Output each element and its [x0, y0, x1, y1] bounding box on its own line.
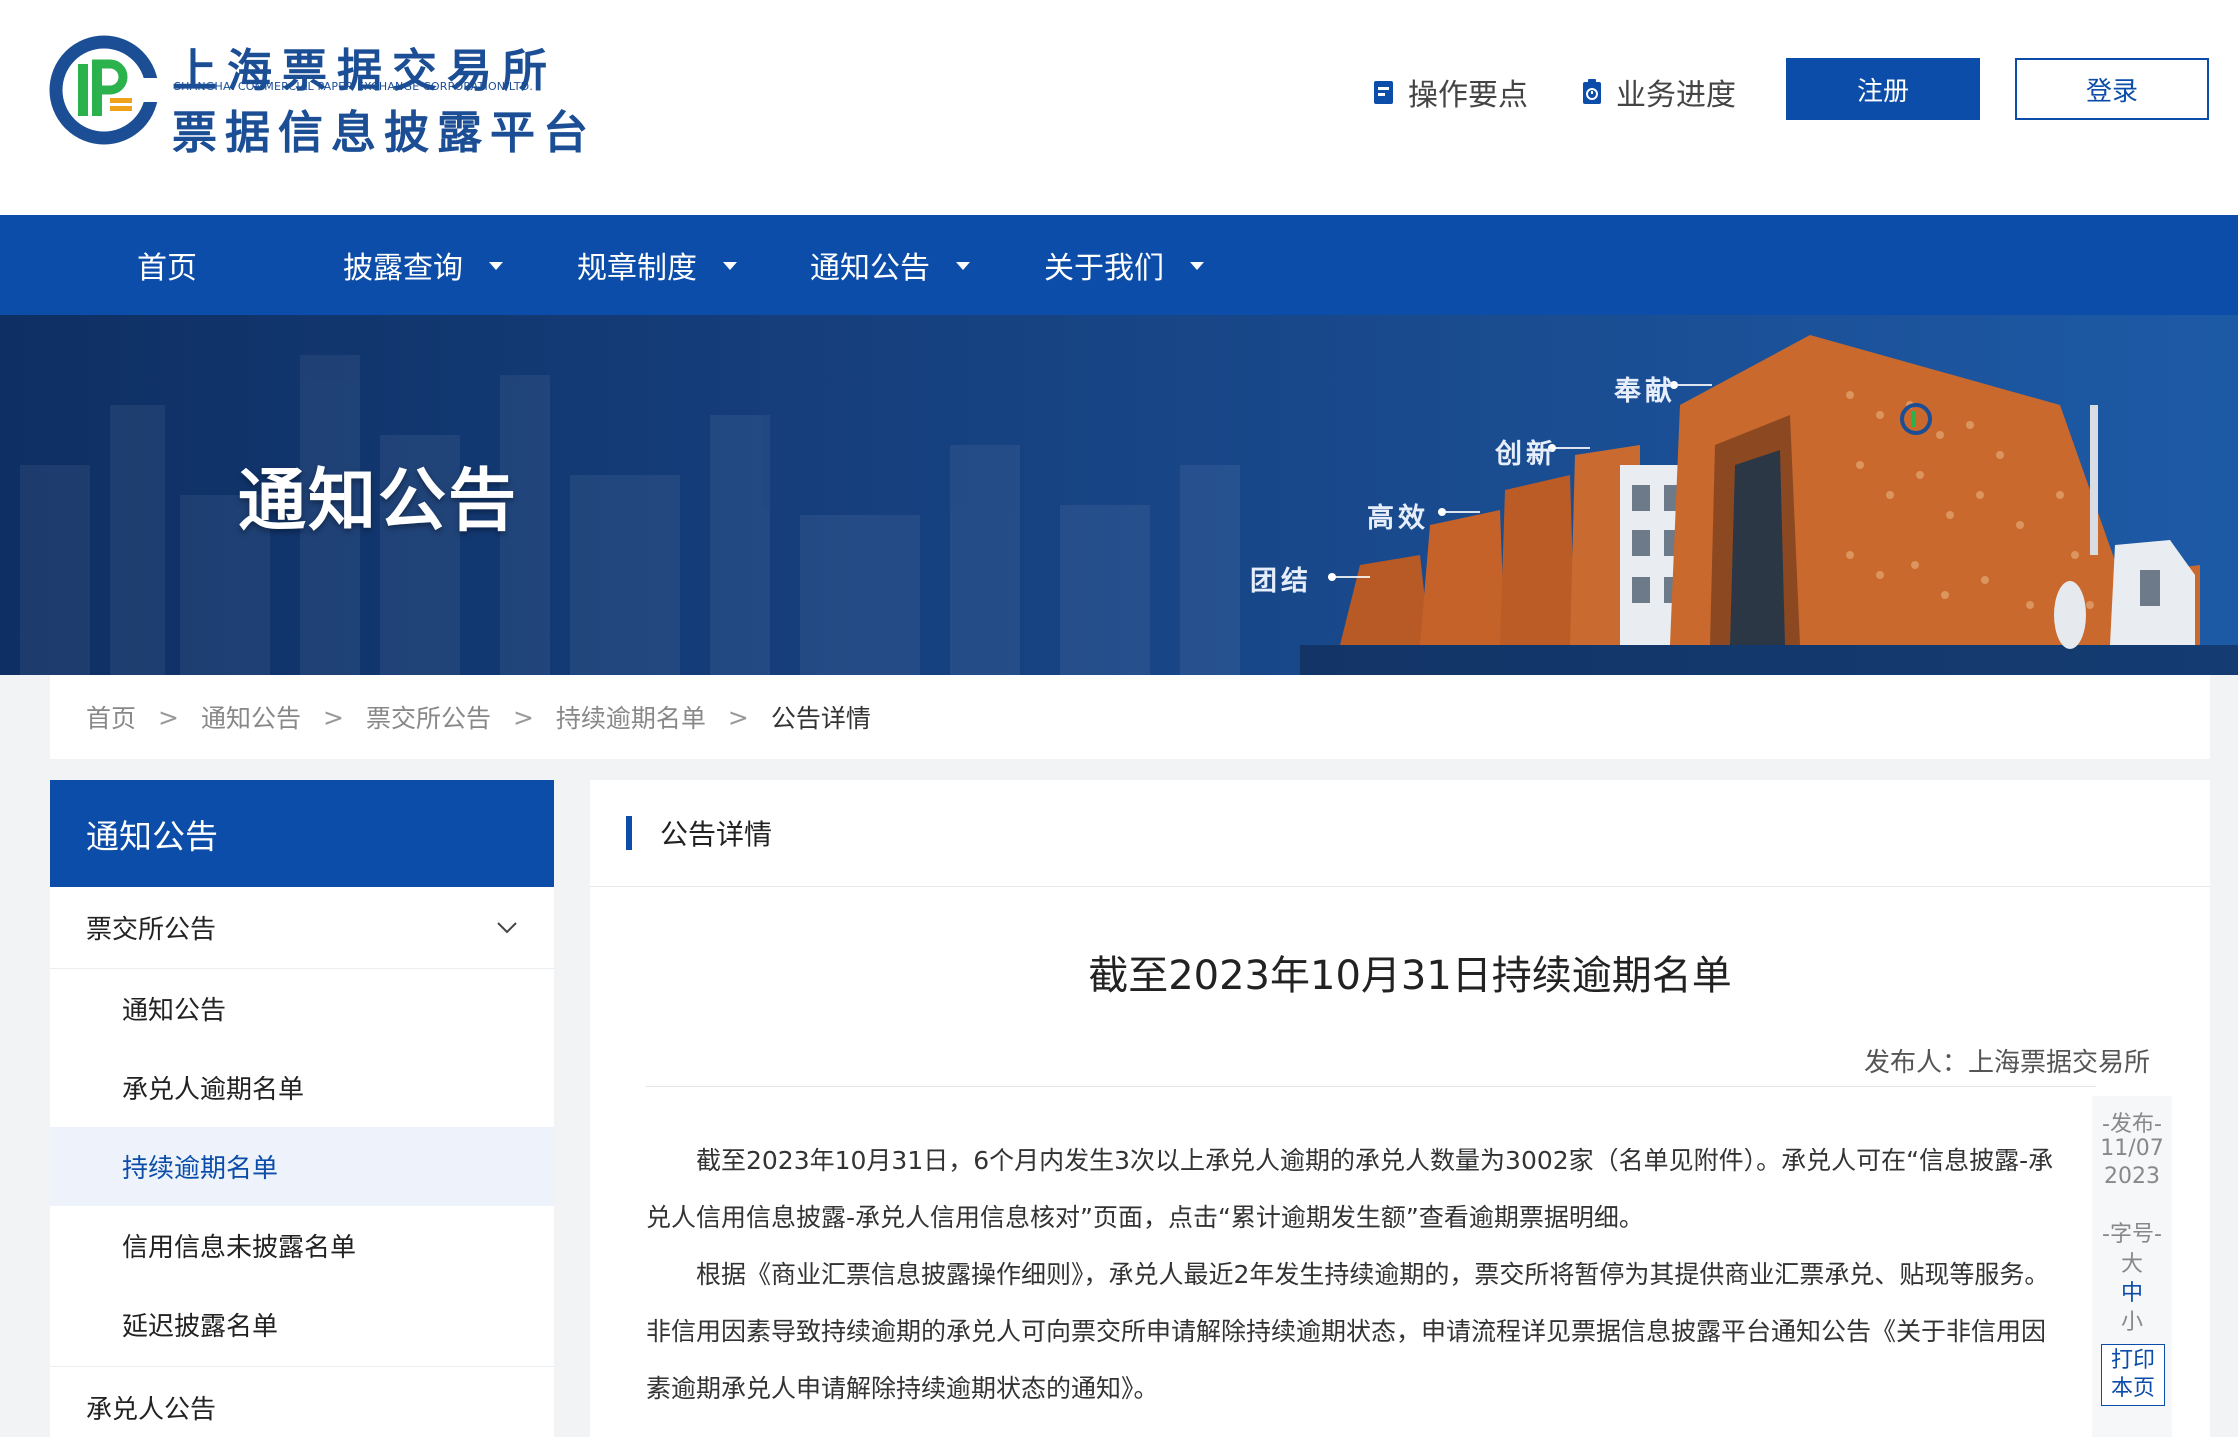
progress-icon	[1583, 79, 1601, 104]
main-content: 公告详情 截至2023年10月31日持续逾期名单 发布人：上海票据交易所 截至2…	[590, 780, 2210, 1437]
font-size-label: -字号-	[2102, 1222, 2162, 1247]
breadcrumb-current: 公告详情	[770, 704, 871, 733]
sidebar-item-label: 通知公告	[122, 996, 227, 1026]
business-progress-label: 业务进度	[1616, 78, 1736, 113]
sidebar-item-delayed-disclosure-list[interactable]: 延迟披露名单	[50, 1285, 554, 1364]
logo-subtitle-cn: 票据信息披露平台	[172, 106, 597, 159]
nav-item-home[interactable]: 首页	[137, 215, 197, 315]
print-label-line1: 打印	[2110, 1348, 2155, 1373]
sidebar-item-acceptor-overdue-list[interactable]: 承兑人逾期名单	[50, 1048, 554, 1127]
nav-item-regulations[interactable]: 规章制度	[577, 215, 737, 315]
article-body: 截至2023年10月31日，6个月内发生3次以上承兑人逾期的承兑人数量为3002…	[646, 1132, 2062, 1417]
nav-item-label: 通知公告	[810, 251, 930, 286]
nav-item-about-us[interactable]: 关于我们	[1044, 215, 1204, 315]
publish-label: -发布-	[2102, 1112, 2162, 1137]
sidebar: 通知公告 票交所公告 通知公告 承兑人逾期名单 持续逾期名单 信用信息未披露名单…	[50, 780, 554, 1437]
font-size-small[interactable]: 小	[2092, 1304, 2172, 1336]
breadcrumb-home[interactable]: 首页	[86, 699, 136, 735]
main-nav: 首页 披露查询 规章制度 通知公告 关于我们	[0, 215, 2238, 315]
article-title: 截至2023年10月31日持续逾期名单	[1088, 953, 1732, 999]
nav-item-label: 披露查询	[343, 251, 463, 286]
print-page-button[interactable]: 打印 本页	[2101, 1344, 2165, 1406]
sidebar-item-notices[interactable]: 通知公告	[50, 969, 554, 1048]
sidebar-item-credit-undisclosed-list[interactable]: 信用信息未披露名单	[50, 1206, 554, 1285]
register-button[interactable]: 注册	[1786, 58, 1980, 120]
nav-item-label: 首页	[137, 251, 197, 286]
business-progress-link[interactable]: 业务进度	[1580, 70, 1736, 114]
article-paragraph: 截至2023年10月31日，6个月内发生3次以上承兑人逾期的承兑人数量为3002…	[646, 1146, 2054, 1232]
page-banner: 通知公告 团结 高效 创新 奉献	[0, 315, 2238, 675]
breadcrumb-announcements[interactable]: 通知公告	[201, 699, 301, 735]
breadcrumb: 首页 > 通知公告 > 票交所公告 > 持续逾期名单 > 公告详情	[50, 675, 2210, 759]
breadcrumb-separator: >	[727, 702, 749, 732]
banner-word-efficiency: 高效	[1367, 503, 1429, 534]
logo-mark-icon	[49, 35, 160, 145]
nav-item-label: 规章制度	[577, 251, 697, 286]
nav-item-disclosure-query[interactable]: 披露查询	[343, 215, 503, 315]
sidebar-item-label: 延迟披露名单	[122, 1312, 279, 1342]
operation-guide-link[interactable]: 操作要点	[1372, 70, 1528, 114]
operation-guide-label: 操作要点	[1408, 78, 1528, 113]
chevron-down-icon	[489, 262, 503, 270]
breadcrumb-exchange-announcements[interactable]: 票交所公告	[366, 699, 491, 735]
article-paragraph: 根据《商业汇票信息披露操作细则》，承兑人最近2年发生持续逾期的，票交所将暂停为其…	[646, 1260, 2050, 1403]
print-label-line2: 本页	[2110, 1376, 2155, 1401]
banner-word-innovation: 创新	[1495, 439, 1557, 470]
nav-item-label: 关于我们	[1044, 251, 1164, 286]
sidebar-group-label: 票交所公告	[86, 915, 217, 945]
sidebar-item-label: 承兑人逾期名单	[122, 1075, 305, 1105]
chevron-down-icon	[956, 262, 970, 270]
article-tools: -发布- 11/07 2023 -字号- 大 中 小 打印 本页	[2092, 1096, 2172, 1437]
sidebar-item-label: 持续逾期名单	[122, 1154, 279, 1184]
article-publisher: 发布人：上海票据交易所	[1863, 1048, 2150, 1078]
banner-word-dedication: 奉献	[1614, 376, 1676, 407]
breadcrumb-continuous-overdue-list[interactable]: 持续逾期名单	[556, 699, 706, 735]
section-title: 公告详情	[660, 818, 773, 851]
guide-icon	[1374, 81, 1393, 104]
banner-word-unity: 团结	[1250, 566, 1312, 597]
nav-item-announcements[interactable]: 通知公告	[810, 215, 970, 315]
font-size-medium[interactable]: 中	[2092, 1275, 2172, 1307]
section-accent-bar	[626, 816, 632, 850]
logo-title-en: SHANGHAI COMMERCIAL PAPER EXCHANGE CORPO…	[174, 80, 534, 93]
divider	[646, 1086, 2096, 1087]
sidebar-item-label: 信用信息未披露名单	[122, 1233, 357, 1263]
sidebar-title: 通知公告	[50, 780, 554, 887]
banner-title: 通知公告	[238, 462, 519, 541]
breadcrumb-separator: >	[512, 702, 534, 732]
sidebar-group-exchange-announcements[interactable]: 票交所公告	[50, 887, 554, 969]
breadcrumb-separator: >	[158, 702, 179, 732]
login-button[interactable]: 登录	[2015, 58, 2209, 120]
sidebar-item-continuous-overdue-list[interactable]: 持续逾期名单	[50, 1127, 554, 1206]
chevron-down-icon	[1190, 262, 1204, 270]
section-header: 公告详情	[590, 780, 2210, 887]
sidebar-group-acceptor-announcements[interactable]: 承兑人公告	[50, 1366, 554, 1437]
site-header: 上海票据交易所 SHANGHAI COMMERCIAL PAPER EXCHAN…	[0, 0, 2238, 215]
breadcrumb-separator: >	[322, 702, 344, 732]
chevron-down-icon	[723, 262, 737, 270]
font-size-large[interactable]: 大	[2092, 1246, 2172, 1278]
sidebar-group-label: 承兑人公告	[86, 1395, 217, 1425]
publish-year: 2023	[2104, 1164, 2160, 1189]
site-logo[interactable]: 上海票据交易所 SHANGHAI COMMERCIAL PAPER EXCHAN…	[48, 34, 588, 159]
publish-date: 11/07	[2100, 1136, 2164, 1161]
chevron-down-icon	[497, 921, 517, 933]
